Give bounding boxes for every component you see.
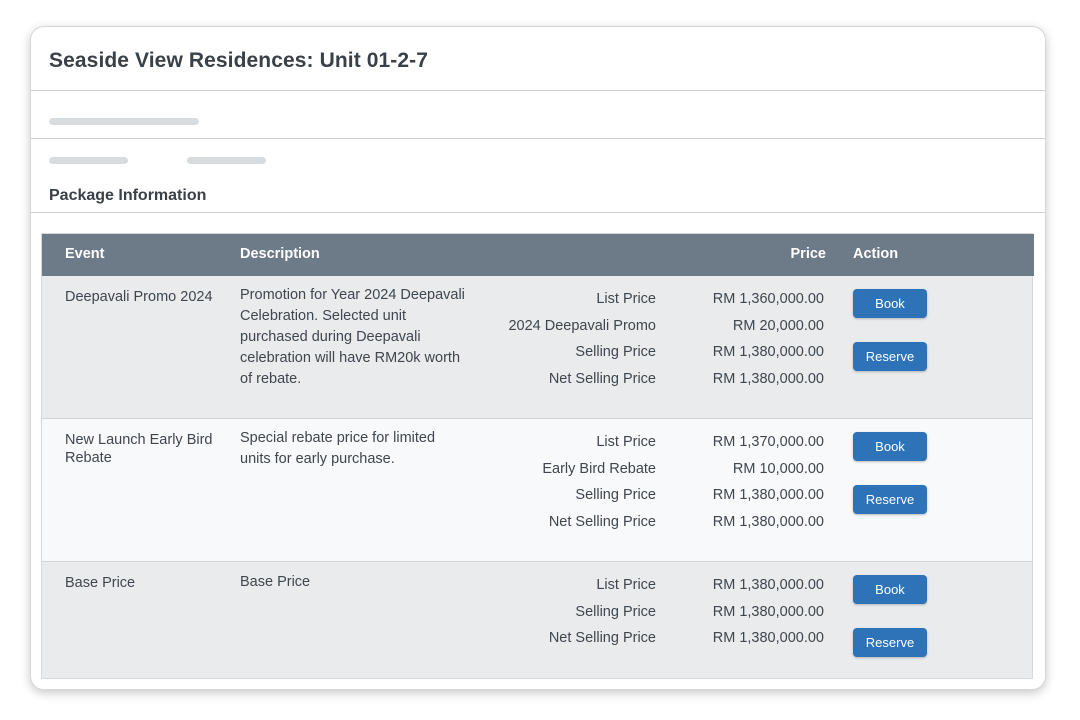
table-header: Event Description Price Action [42, 234, 1034, 276]
price-value: RM 1,380,000.00 [712, 603, 824, 620]
price-label: Net Selling Price [548, 370, 656, 387]
price-value: RM 1,380,000.00 [712, 577, 824, 593]
divider [31, 90, 1045, 91]
event-name: Base Price [65, 575, 136, 591]
price-label: Net Selling Price [548, 630, 656, 646]
package-table: Event Description Price Action Deepavali… [41, 233, 1034, 679]
price-label: List Price [596, 577, 656, 593]
divider [31, 212, 1045, 213]
divider [31, 138, 1045, 139]
price-value: RM 1,380,000.00 [712, 630, 824, 646]
price-label: Early Bird Rebate [542, 460, 656, 477]
price-values: RM 1,360,000.00 RM 20,000.00 RM 1,380,00… [713, 286, 824, 392]
price-value: RM 1,380,000.00 [712, 513, 824, 530]
price-value: RM 1,380,000.00 [712, 487, 824, 503]
table-row: New Launch Early Bird Rebate Special reb… [42, 419, 1032, 562]
price-values: RM 1,370,000.00 RM 10,000.00 RM 1,380,00… [713, 429, 824, 535]
column-header-action: Action [853, 246, 899, 262]
table-row: Deepavali Promo 2024 Promotion for Year … [42, 276, 1032, 419]
price-value: RM 1,380,000.00 [712, 344, 824, 360]
price-labels: List Price Early Bird Rebate Selling Pri… [542, 429, 656, 535]
price-values: RM 1,380,000.00 RM 1,380,000.00 RM 1,380… [713, 572, 824, 652]
column-header-price: Price [790, 246, 826, 262]
reserve-button[interactable]: Reserve [853, 628, 927, 657]
price-value: RM 1,360,000.00 [712, 291, 824, 307]
skeleton-placeholder [187, 157, 266, 164]
price-label: Selling Price [575, 487, 656, 503]
skeleton-placeholder [49, 118, 199, 125]
price-labels: List Price 2024 Deepavali Promo Selling … [508, 286, 656, 392]
price-value: RM 20,000.00 [732, 317, 824, 334]
event-name: New Launch Early Bird Rebate [65, 432, 213, 466]
reserve-button[interactable]: Reserve [853, 342, 927, 371]
section-title: Package Information [49, 187, 207, 204]
price-label: List Price [596, 434, 656, 450]
book-button[interactable]: Book [853, 432, 927, 461]
price-label: Selling Price [575, 344, 656, 360]
price-labels: List Price Selling Price Net Selling Pri… [549, 572, 656, 652]
event-description: Base Price [240, 574, 311, 590]
column-header-description: Description [240, 246, 320, 262]
price-value: RM 1,370,000.00 [712, 434, 824, 450]
price-value: RM 1,380,000.00 [712, 370, 824, 387]
book-button[interactable]: Book [853, 289, 927, 318]
book-button[interactable]: Book [853, 575, 927, 604]
event-description: Promotion for Year 2024 Deepavali Celebr… [240, 287, 465, 387]
price-label: List Price [596, 291, 656, 307]
skeleton-placeholder [49, 157, 128, 164]
price-label: 2024 Deepavali Promo [508, 317, 656, 334]
table-row: Base Price Base Price List Price Selling… [42, 562, 1032, 678]
price-label: Net Selling Price [548, 513, 656, 530]
reserve-button[interactable]: Reserve [853, 485, 927, 514]
event-description: Special rebate price for limited units f… [240, 430, 436, 467]
unit-detail-card: Seaside View Residences: Unit 01-2-7 Pac… [30, 26, 1046, 690]
price-label: Selling Price [575, 603, 656, 620]
column-header-event: Event [65, 246, 105, 262]
price-value: RM 10,000.00 [732, 460, 824, 477]
event-name: Deepavali Promo 2024 [65, 289, 213, 305]
page-title: Seaside View Residences: Unit 01-2-7 [49, 49, 429, 72]
